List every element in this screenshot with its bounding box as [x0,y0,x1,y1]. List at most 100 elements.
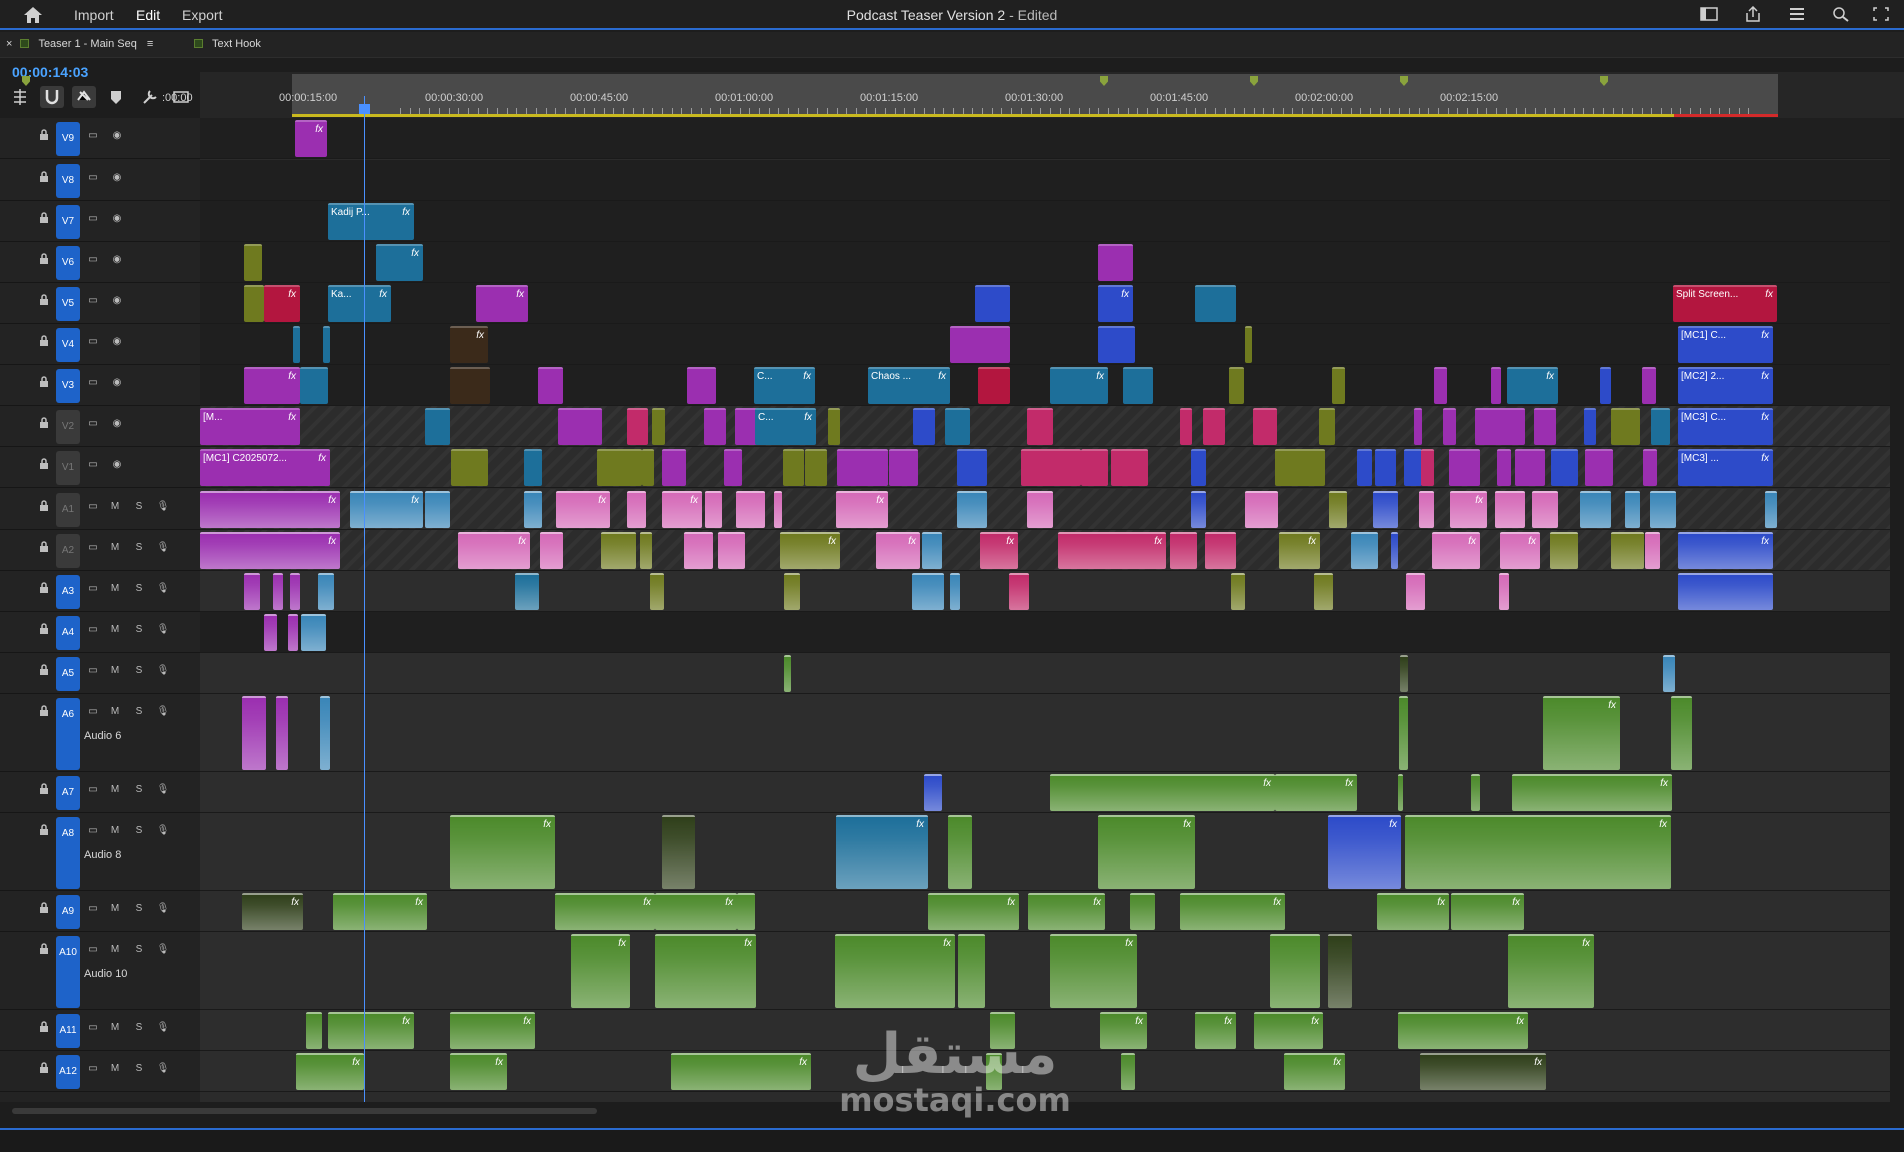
audio-clip[interactable]: fx [350,491,423,528]
sync-lock-icon[interactable]: ▭ [86,172,100,184]
audio-clip[interactable]: fx [450,1012,535,1049]
audio-clip[interactable]: fx [1098,815,1195,889]
video-clip[interactable]: fx [1507,367,1558,404]
video-clip[interactable]: fx [295,120,327,157]
video-clip[interactable] [1098,326,1135,363]
audio-clip[interactable] [662,815,695,889]
video-clip[interactable] [652,408,665,445]
audio-clip[interactable]: fx [1279,532,1320,569]
menu-import[interactable]: Import [74,7,114,23]
track-lane-a5[interactable] [200,653,1890,694]
video-clip[interactable] [1497,449,1511,486]
microphone-icon[interactable]: 🎙 [156,1022,170,1034]
track-target-v1[interactable]: V1 [56,451,80,485]
time-ruler[interactable]: :00:00 00:00:15:00 00:00:30:00 00:00:45:00 0… [22,72,1904,118]
panel-layout-icon[interactable] [1700,6,1718,22]
insert-tracks-icon[interactable] [8,86,32,108]
audio-clip[interactable] [264,614,277,651]
track-target-v5[interactable]: V5 [56,287,80,321]
track-header-a6[interactable]: A6 ▭ M S 🎙 Audio 6 [0,694,200,772]
video-clip[interactable]: fx [244,367,300,404]
sync-lock-icon[interactable]: ▭ [86,501,100,513]
audio-clip[interactable] [784,655,791,692]
audio-clip[interactable]: fx [200,491,340,528]
sync-lock-icon[interactable]: ▭ [86,903,100,915]
solo-icon[interactable]: S [132,1022,146,1034]
video-clip[interactable] [1245,326,1252,363]
audio-clip[interactable] [784,573,800,610]
share-icon[interactable] [1744,6,1762,22]
audio-clip[interactable]: fx [296,1053,364,1090]
audio-clip[interactable] [515,573,539,610]
video-clip[interactable] [687,367,716,404]
mute-icon[interactable]: M [108,501,122,513]
video-clip[interactable] [244,285,264,322]
audio-clip[interactable] [1532,491,1558,528]
video-clip[interactable] [1600,367,1611,404]
audio-clip[interactable] [1550,532,1578,569]
video-clip[interactable]: [MC3] ... fx [1678,449,1773,486]
track-target-v4[interactable]: V4 [56,328,80,362]
track-header-a7[interactable]: A7 ▭ M S 🎙 [0,772,200,813]
solo-icon[interactable]: S [132,784,146,796]
audio-clip[interactable] [1471,774,1480,811]
lock-icon[interactable] [38,458,50,470]
lock-icon[interactable] [38,1021,50,1033]
audio-clip[interactable] [1645,532,1660,569]
video-clip[interactable] [889,449,918,486]
mute-icon[interactable]: M [108,624,122,636]
mute-icon[interactable]: M [108,784,122,796]
list-icon[interactable] [1788,6,1806,22]
mute-icon[interactable]: M [108,583,122,595]
eye-icon[interactable]: ◉ [110,130,124,142]
audio-clip[interactable] [1765,491,1777,528]
audio-clip[interactable] [301,614,326,651]
video-clip[interactable]: Ka... fx [328,285,391,322]
video-clip[interactable]: [MC2] 2... fx [1678,367,1773,404]
video-clip[interactable] [704,408,726,445]
audio-clip[interactable] [1314,573,1333,610]
sync-lock-icon[interactable]: ▭ [86,542,100,554]
solo-icon[interactable]: S [132,542,146,554]
track-header-a5[interactable]: A5 ▭ M S 🎙 [0,653,200,694]
audio-clip[interactable] [1245,491,1278,528]
audio-clip[interactable]: fx [655,934,756,1008]
track-header-a11[interactable]: A11 ▭ M S 🎙 [0,1010,200,1051]
snap-icon[interactable] [40,86,64,108]
track-target-a4[interactable]: A4 [56,616,80,650]
video-clip[interactable] [957,449,987,486]
video-clip[interactable] [1515,449,1545,486]
track-header-v8[interactable]: V8 ▭ ◉ [0,160,200,201]
track-lane-a10[interactable] [200,932,1890,1010]
eye-icon[interactable]: ◉ [110,377,124,389]
video-clip[interactable] [451,449,488,486]
video-clip[interactable] [300,367,328,404]
lock-icon[interactable] [38,294,50,306]
video-clip[interactable] [450,367,490,404]
video-clip[interactable] [1475,408,1525,445]
track-target-a12[interactable]: A12 [56,1055,80,1089]
audio-clip[interactable]: fx [571,934,630,1008]
audio-clip[interactable] [705,491,722,528]
horizontal-scrollbar[interactable] [0,1102,1904,1120]
video-clip[interactable] [913,408,935,445]
audio-clip[interactable] [1231,573,1245,610]
video-clip[interactable] [1357,449,1372,486]
audio-clip[interactable] [990,1012,1015,1049]
video-clip[interactable]: fx [1098,285,1133,322]
audio-clip[interactable] [1406,573,1425,610]
solo-icon[interactable]: S [132,624,146,636]
track-target-a5[interactable]: A5 [56,657,80,691]
solo-icon[interactable]: S [132,944,146,956]
video-clip[interactable]: Chaos ... fx [868,367,950,404]
track-target-a6[interactable]: A6 [56,698,80,770]
video-clip[interactable]: Kadij P... fx [328,203,414,240]
audio-clip[interactable]: fx [662,491,702,528]
video-clip[interactable] [1443,408,1456,445]
audio-clip[interactable] [1398,774,1403,811]
track-lane-v8[interactable] [200,160,1890,201]
video-clip[interactable] [1275,449,1325,486]
audio-clip[interactable] [650,573,664,610]
solo-icon[interactable]: S [132,583,146,595]
audio-clip[interactable] [276,696,288,770]
